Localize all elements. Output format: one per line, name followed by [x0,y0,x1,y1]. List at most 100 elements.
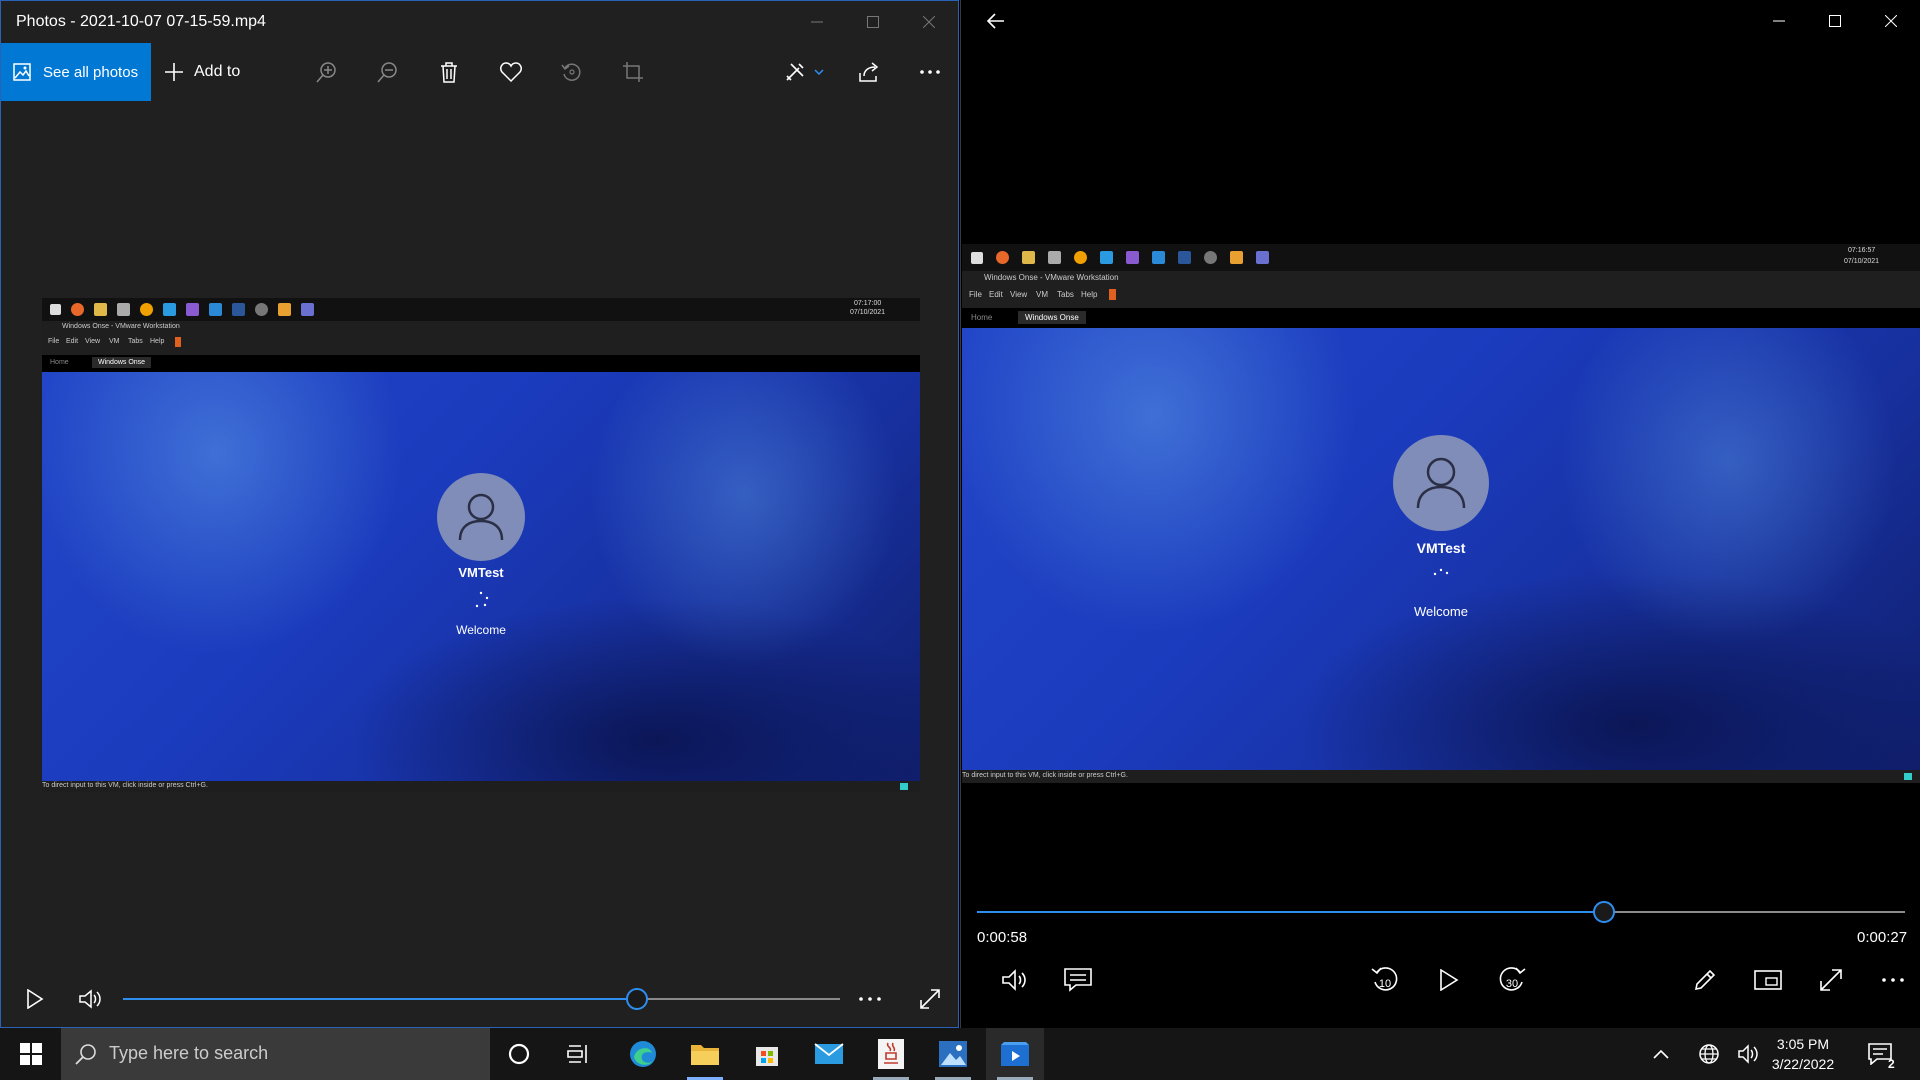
vm-welcome-text: Welcome [456,623,506,637]
skip-forward-button[interactable]: 30 [1488,958,1536,1002]
vm-status-bar: To direct input to this VM, click inside… [42,781,920,792]
vm-tab-windows-onse: Windows Onse [92,357,152,368]
seek-bar-thumb[interactable] [1593,901,1616,923]
taskbar-app-movies-tv[interactable] [986,1028,1044,1080]
see-all-photos-button[interactable]: See all photos [1,43,151,101]
photos-toolbar: See all photos Add to [1,43,958,101]
taskbar-app-mail[interactable] [800,1028,858,1080]
edit-create-button[interactable] [776,43,832,101]
taskbar-clock[interactable]: 3:05 PM 3/22/2022 [1762,1034,1844,1074]
search-box[interactable]: Type here to search [61,1028,490,1080]
minimize-button[interactable] [1751,0,1807,42]
zoom-out-button[interactable] [368,43,408,101]
more-options-button[interactable] [1869,960,1917,1000]
clock-date: 3/22/2022 [1771,1056,1835,1072]
vm-clock-time: 07:17:00 [854,300,882,307]
action-center-button[interactable]: 2 [1855,1028,1905,1080]
vm-status-text: To direct input to this VM, click inside… [42,782,208,789]
favorite-button[interactable] [491,43,531,101]
plus-icon [165,63,183,81]
vm-tab-home: Home [50,359,69,366]
taskbar-app-edge[interactable] [614,1028,672,1080]
video-frame[interactable]: 07:17:00 07/10/2021 Windows Onse - VMwar… [42,298,920,792]
taskbar-app-file-explorer[interactable] [676,1028,734,1080]
more-options-button[interactable] [910,43,950,101]
crop-button[interactable] [613,43,653,101]
volume-button[interactable] [991,960,1039,1000]
video-more-button[interactable] [850,977,890,1021]
seek-bar[interactable] [977,901,1905,923]
seek-bar[interactable] [123,988,840,1010]
rotate-button[interactable] [552,43,592,101]
vm-menu-tabs: Tabs [128,338,143,345]
remaining-time: 0:00:27 [1857,929,1908,946]
mail-icon [814,1043,844,1064]
video-frame[interactable]: 07:16:57 07/10/2021 Windows Onse - VMwar… [962,244,1920,783]
seek-bar-progress [123,998,638,1000]
mini-view-button[interactable] [1744,960,1792,1000]
full-screen-button[interactable] [1807,960,1855,1000]
task-view-button[interactable] [550,1028,608,1080]
heart-icon [500,62,522,82]
vm-menu-help: Help [1081,290,1098,299]
see-all-photos-label: See all photos [43,63,139,81]
back-button[interactable] [973,0,1019,42]
skip-back-label: 10 [1379,978,1391,990]
vm-clock-time: 07:16:57 [1848,247,1876,254]
close-button[interactable] [900,1,958,43]
play-button[interactable] [1425,958,1473,1002]
video-player-window: 07:16:57 07/10/2021 Windows Onse - VMwar… [960,0,1920,1028]
zoom-out-icon [377,62,397,83]
user-icon [1416,457,1466,509]
photos-window: Photos - 2021-10-07 07-15-59.mp4 See all… [0,0,959,1028]
taskbar-app-photos[interactable] [924,1028,982,1080]
share-icon [859,62,879,82]
vm-menu-vm: VM [109,338,120,345]
skip-back-10-icon: 10 [1371,967,1398,991]
play-button[interactable] [15,977,55,1021]
more-icon [1882,978,1904,982]
full-screen-button[interactable] [910,977,950,1021]
user-avatar [437,473,525,561]
volume-button[interactable] [71,977,111,1021]
user-icon [458,493,504,541]
add-to-button[interactable]: Add to [164,43,254,101]
search-icon [75,1044,96,1065]
minimize-button[interactable] [788,1,846,43]
vm-welcome-text: Welcome [1414,604,1468,619]
taskbar: Type here to search 3:05 PM 3/22/2022 2 [0,1028,1920,1080]
language-button[interactable] [1691,1028,1727,1080]
full-screen-icon [1820,969,1842,991]
captions-button[interactable] [1054,960,1102,1000]
search-placeholder: Type here to search [109,1043,269,1063]
skip-back-button[interactable]: 10 [1361,958,1409,1002]
notification-count-badge: 2 [1888,1057,1895,1071]
zoom-in-icon [316,62,336,83]
vm-tab-home: Home [971,313,993,322]
cortana-button[interactable] [490,1028,548,1080]
spinner-icon [1433,568,1449,576]
full-screen-icon [920,989,940,1009]
vm-user-name: VMTest [458,565,504,580]
taskbar-app-store[interactable] [738,1028,796,1080]
taskbar-app-java[interactable] [862,1028,920,1080]
start-button[interactable] [0,1028,61,1080]
vm-menu-vm: VM [1036,290,1048,299]
zoom-in-button[interactable] [307,43,347,101]
video-player-icon [1001,1042,1029,1066]
rotate-icon [561,63,581,81]
edit-button[interactable] [1681,960,1729,1000]
share-button[interactable] [850,43,890,101]
vm-status-bar: To direct input to this VM, click inside… [962,770,1920,783]
delete-button[interactable] [429,43,469,101]
close-button[interactable] [1863,0,1919,42]
store-icon [756,1047,778,1066]
maximize-button[interactable] [844,1,902,43]
title-bar[interactable]: Photos - 2021-10-07 07-15-59.mp4 [1,1,958,43]
vm-menu-help: Help [150,338,165,345]
show-hidden-icons-button[interactable] [1643,1028,1679,1080]
pencil-icon [1694,969,1716,991]
maximize-button[interactable] [1807,0,1863,42]
seek-bar-thumb[interactable] [626,988,649,1010]
folder-icon [691,1045,719,1065]
